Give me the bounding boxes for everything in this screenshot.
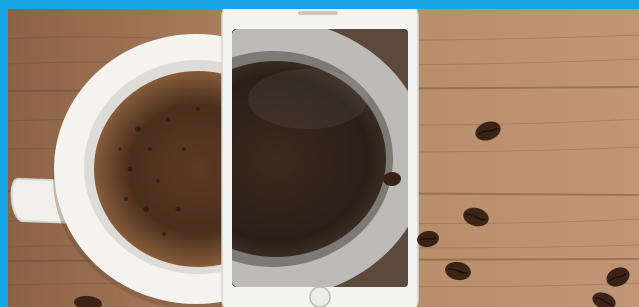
- coffee-phone-photo: [8, 9, 639, 307]
- photo-illustration: [8, 9, 639, 307]
- earpiece: [298, 11, 338, 15]
- home-button: [309, 286, 331, 307]
- blue-frame: [0, 0, 639, 307]
